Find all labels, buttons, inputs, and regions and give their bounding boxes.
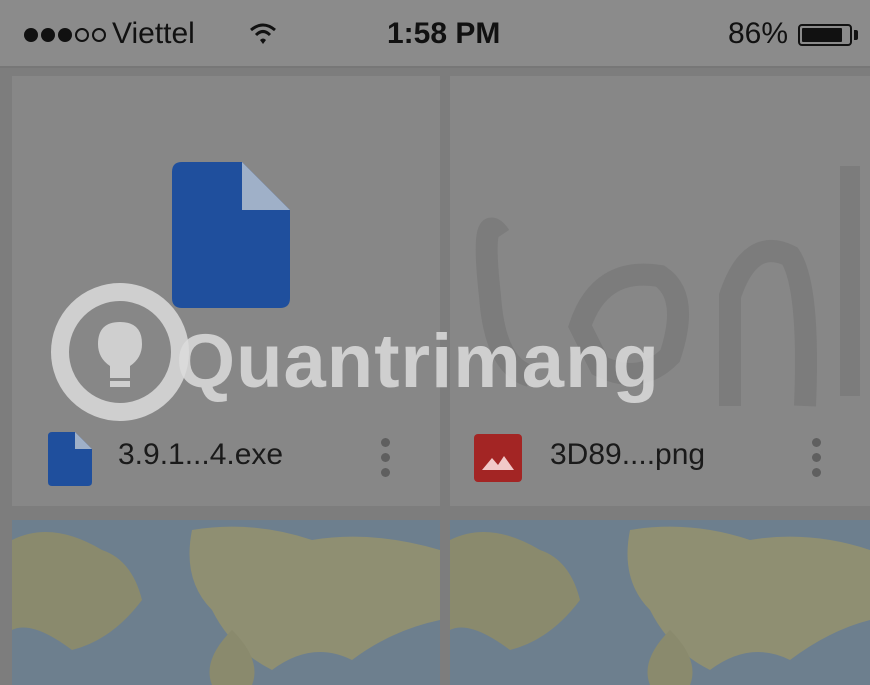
- wifi-icon: [250, 23, 276, 44]
- file-label-row: 3D89....png: [450, 426, 870, 486]
- screen: Viettel 1:58 PM 86% 3.9.1...4.exe 3D89..…: [0, 0, 870, 685]
- document-icon: [48, 432, 92, 486]
- document-thumbnail-icon: [172, 162, 290, 308]
- file-tile-exe[interactable]: 3.9.1...4.exe: [12, 76, 440, 506]
- file-name: 3.9.1...4.exe: [118, 438, 284, 471]
- cell-signal-icon: [24, 28, 106, 42]
- clock: 1:58 PM: [387, 17, 501, 50]
- map-thumbnail: [450, 520, 870, 685]
- battery-percent: 86%: [728, 17, 789, 50]
- battery-icon: [798, 24, 852, 46]
- file-tile-png[interactable]: 3D89....png: [450, 76, 870, 506]
- image-preview-thumbnail: [475, 166, 860, 407]
- image-icon: [474, 434, 522, 482]
- map-thumbnail-tile[interactable]: [12, 520, 440, 685]
- battery-tip: [854, 30, 858, 40]
- status-bar: Viettel 1:58 PM 86%: [0, 0, 870, 68]
- file-name: 3D89....png: [550, 438, 706, 471]
- carrier-name: Viettel: [112, 17, 195, 50]
- more-options-icon[interactable]: [379, 438, 391, 477]
- map-thumbnail-tile[interactable]: [450, 520, 870, 685]
- more-options-icon[interactable]: [810, 438, 822, 477]
- map-thumbnail: [12, 520, 440, 685]
- file-label-row: 3.9.1...4.exe: [12, 426, 440, 486]
